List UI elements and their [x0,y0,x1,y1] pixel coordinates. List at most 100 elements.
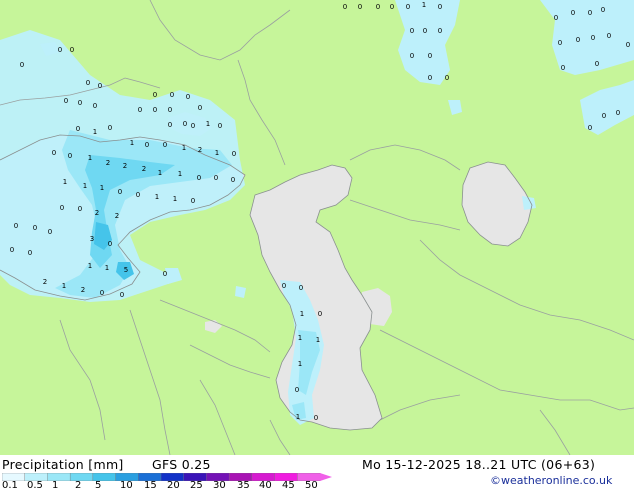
precip-label: 0 [314,414,318,422]
copyright-link[interactable]: ©weatheronline.co.uk [490,474,612,487]
precip-label: 0 [299,284,303,292]
precip-label: 0 [318,310,322,318]
precip-label: 0 [168,121,172,129]
precip-label: 0 [33,224,37,232]
precip-label: 0 [343,3,347,11]
colorbar-tick-label: 20 [167,480,180,491]
precip-label: 0 [445,74,449,82]
colorbar-segment [47,473,71,481]
precip-label: 1 [100,184,104,192]
model-name: GFS 0.25 [152,457,211,472]
precip-label: 0 [168,106,172,114]
precip-label: 0 [588,124,592,132]
precip-label: 1 [173,195,177,203]
colorbar-tick-label: 45 [282,480,295,491]
precip-label: 0 [108,240,112,248]
precip-label: 0 [100,289,104,297]
colorbar-tick-label: 50 [305,480,318,491]
precip-label: 0 [561,64,565,72]
precip-label: 2 [43,278,47,286]
colorbar-tick-label: 0.1 [2,480,18,491]
precip-label: 1 [422,1,426,9]
precip-label: 0 [601,6,605,14]
precip-label: 0 [60,204,64,212]
colorbar-tick-label: 15 [144,480,157,491]
precip-label: 0 [616,109,620,117]
precip-label: 1 [88,262,92,270]
precip-label: 0 [145,141,149,149]
precip-label: 1 [83,182,87,190]
precip-label: 0 [282,282,286,290]
precip-label: 0 [626,41,630,49]
precip-label: 0 [602,112,606,120]
precip-label: 0 [438,27,442,35]
colorbar-tick-label: 2 [75,480,82,491]
colorbar-arrow [320,473,332,481]
precip-label: 0 [191,197,195,205]
precip-label: 1 [155,193,159,201]
valid-datetime: Mo 15-12-2025 18..21 UTC (06+63) [362,457,596,472]
precip-label: 0 [183,120,187,128]
precip-label: 1 [316,336,320,344]
precip-label: 2 [142,165,146,173]
colorbar-tick-label: 40 [259,480,272,491]
precip-label: 5 [124,266,128,274]
precip-label: 0 [76,125,80,133]
precip-label: 0 [170,91,174,99]
colorbar-tick-label: 10 [120,480,133,491]
colorbar-tick-label: 35 [237,480,250,491]
precip-label: 0 [28,249,32,257]
precip-label: 2 [115,212,119,220]
precipitation-map: 0 0 0 0 0 1 0 0 0 0 0 0 0 0 0 0 0 0 0 0 0 0 0 0 0 0 0 0 0 0 0 0 0 0 0 0 0 0 0 0… [0,0,634,455]
precip-label: 0 [390,3,394,11]
precip-label: 0 [86,79,90,87]
precip-label: 0 [118,188,122,196]
precip-label: 0 [591,34,595,42]
precip-label: 0 [153,91,157,99]
precip-label: 0 [70,46,74,54]
precip-label: 1 [105,264,109,272]
precip-label: 0 [10,246,14,254]
precip-label: 1 [178,170,182,178]
precip-label: 0 [428,52,432,60]
colorbar-tick-label: 0.5 [27,480,43,491]
precip-label: 2 [123,162,127,170]
precip-label: 0 [98,82,102,90]
precip-label: 1 [63,178,67,186]
precip-label: 1 [296,413,300,421]
precip-label: 0 [48,228,52,236]
precip-label: 1 [62,282,66,290]
precip-label: 2 [95,209,99,217]
precip-label: 0 [186,93,190,101]
precip-label: 0 [20,61,24,69]
precip-label: 0 [214,174,218,182]
precip-label: 0 [554,14,558,22]
precip-label: 1 [88,154,92,162]
precip-label: 2 [106,159,110,167]
precip-label: 0 [410,52,414,60]
precip-label: 1 [206,120,210,128]
precip-label: 0 [68,152,72,160]
precip-label: 0 [136,191,140,199]
precip-label: 0 [428,74,432,82]
colorbar-tick-label: 30 [213,480,226,491]
precip-label: 0 [423,27,427,35]
precip-label: 0 [58,46,62,54]
precip-label: 0 [571,9,575,17]
precip-label: 0 [295,386,299,394]
precip-label: 0 [595,60,599,68]
colorbar-tick-label: 1 [52,480,59,491]
precip-label: 0 [93,102,97,110]
precip-label: 0 [78,99,82,107]
precip-label: 0 [138,106,142,114]
precip-label: 0 [108,124,112,132]
colorbar-tick-label: 5 [95,480,102,491]
precip-label: 0 [406,3,410,11]
precip-label: 1 [158,169,162,177]
precip-label: 0 [120,291,124,299]
precip-label: 0 [198,104,202,112]
precip-label: 1 [215,149,219,157]
colorbar-tick-label: 25 [190,480,203,491]
precip-label: 1 [298,360,302,368]
precip-label: 2 [198,146,202,154]
